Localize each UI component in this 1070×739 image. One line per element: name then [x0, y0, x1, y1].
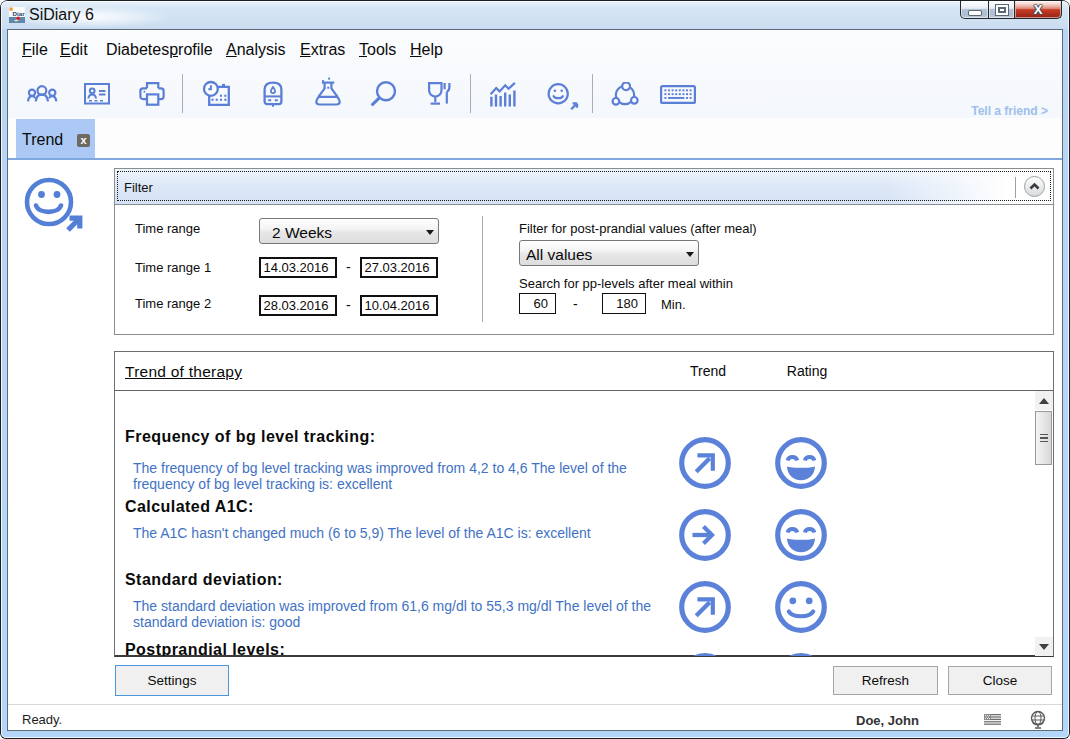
svg-text:Diary: Diary — [13, 10, 25, 17]
